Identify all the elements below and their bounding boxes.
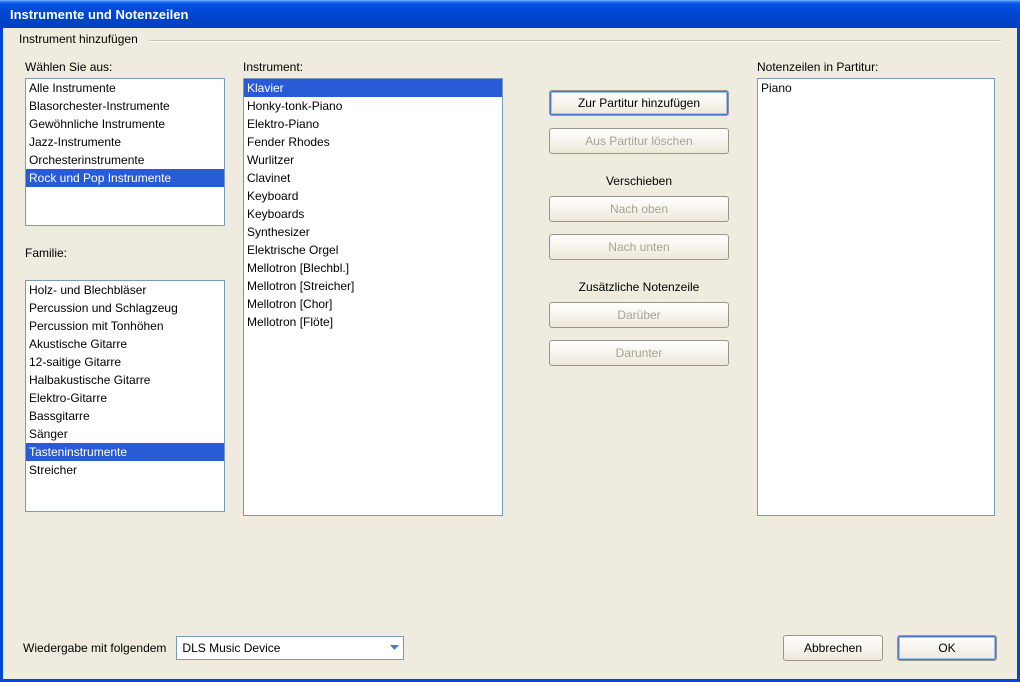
- choose-list-item[interactable]: Blasorchester-Instrumente: [26, 97, 224, 115]
- family-list-item[interactable]: Percussion mit Tonhöhen: [26, 317, 224, 335]
- playback-device-value: DLS Music Device: [182, 641, 280, 655]
- move-up-button[interactable]: Nach oben: [549, 196, 729, 222]
- add-staff-above-button[interactable]: Darüber: [549, 302, 729, 328]
- dialog-body: Instrument hinzufügen Wählen Sie aus: Al…: [3, 28, 1017, 679]
- family-list-item[interactable]: Elektro-Gitarre: [26, 389, 224, 407]
- instrument-list-item[interactable]: Honky-tonk-Piano: [244, 97, 502, 115]
- choose-list-item[interactable]: Gewöhnliche Instrumente: [26, 115, 224, 133]
- add-to-score-button[interactable]: Zur Partitur hinzufügen: [549, 90, 729, 116]
- cancel-button[interactable]: Abbrechen: [783, 635, 883, 661]
- choose-list-item[interactable]: Orchesterinstrumente: [26, 151, 224, 169]
- instrument-list-item[interactable]: Synthesizer: [244, 223, 502, 241]
- titlebar[interactable]: Instrumente und Notenzeilen: [0, 0, 1020, 28]
- family-list-item[interactable]: 12-saitige Gitarre: [26, 353, 224, 371]
- family-list-item[interactable]: Bassgitarre: [26, 407, 224, 425]
- remove-from-score-button[interactable]: Aus Partitur löschen: [549, 128, 729, 154]
- family-list-item[interactable]: Halbakustische Gitarre: [26, 371, 224, 389]
- family-label: Familie:: [25, 246, 225, 260]
- add-staff-below-button[interactable]: Darunter: [549, 340, 729, 366]
- instrument-list-item[interactable]: Elektrische Orgel: [244, 241, 502, 259]
- staves-listbox[interactable]: Piano: [757, 78, 995, 516]
- instrument-listbox[interactable]: KlavierHonky-tonk-PianoElektro-PianoFend…: [243, 78, 503, 516]
- instrument-list-item[interactable]: Mellotron [Chor]: [244, 295, 502, 313]
- instrument-label: Instrument:: [243, 60, 503, 74]
- playback-device-combobox[interactable]: DLS Music Device: [176, 636, 404, 660]
- group-label: Instrument hinzufügen: [19, 32, 142, 46]
- window-title: Instrumente und Notenzeilen: [10, 7, 188, 22]
- chevron-down-icon: [385, 637, 403, 659]
- family-list-item[interactable]: Tasteninstrumente: [26, 443, 224, 461]
- instrument-list-item[interactable]: Wurlitzer: [244, 151, 502, 169]
- staves-list-item[interactable]: Piano: [758, 79, 994, 97]
- instrument-list-item[interactable]: Mellotron [Streicher]: [244, 277, 502, 295]
- extra-staff-section-label: Zusätzliche Notenzeile: [539, 280, 739, 294]
- family-list-item[interactable]: Percussion und Schlagzeug: [26, 299, 224, 317]
- choose-label: Wählen Sie aus:: [25, 60, 225, 74]
- instrument-list-item[interactable]: Fender Rhodes: [244, 133, 502, 151]
- move-section-label: Verschieben: [539, 174, 739, 188]
- instrument-list-item[interactable]: Keyboard: [244, 187, 502, 205]
- instrument-list-item[interactable]: Clavinet: [244, 169, 502, 187]
- family-list-item[interactable]: Holz- und Blechbläser: [26, 281, 224, 299]
- choose-listbox[interactable]: Alle InstrumenteBlasorchester-Instrument…: [25, 78, 225, 226]
- playback-label: Wiedergabe mit folgendem: [23, 641, 166, 655]
- family-list-item[interactable]: Akustische Gitarre: [26, 335, 224, 353]
- family-list-item[interactable]: Streicher: [26, 461, 224, 479]
- family-list-item[interactable]: Sänger: [26, 425, 224, 443]
- instrument-list-item[interactable]: Elektro-Piano: [244, 115, 502, 133]
- ok-button[interactable]: OK: [897, 635, 997, 661]
- choose-list-item[interactable]: Jazz-Instrumente: [26, 133, 224, 151]
- instrument-list-item[interactable]: Keyboards: [244, 205, 502, 223]
- move-down-button[interactable]: Nach unten: [549, 234, 729, 260]
- instrument-list-item[interactable]: Klavier: [244, 79, 502, 97]
- add-instrument-group: Instrument hinzufügen Wählen Sie aus: Al…: [19, 40, 1001, 522]
- group-divider: [149, 40, 1001, 42]
- choose-list-item[interactable]: Rock und Pop Instrumente: [26, 169, 224, 187]
- family-listbox[interactable]: Holz- und BlechbläserPercussion und Schl…: [25, 280, 225, 512]
- choose-list-item[interactable]: Alle Instrumente: [26, 79, 224, 97]
- instrument-list-item[interactable]: Mellotron [Flöte]: [244, 313, 502, 331]
- staves-label: Notenzeilen in Partitur:: [757, 60, 995, 74]
- instrument-list-item[interactable]: Mellotron [Blechbl.]: [244, 259, 502, 277]
